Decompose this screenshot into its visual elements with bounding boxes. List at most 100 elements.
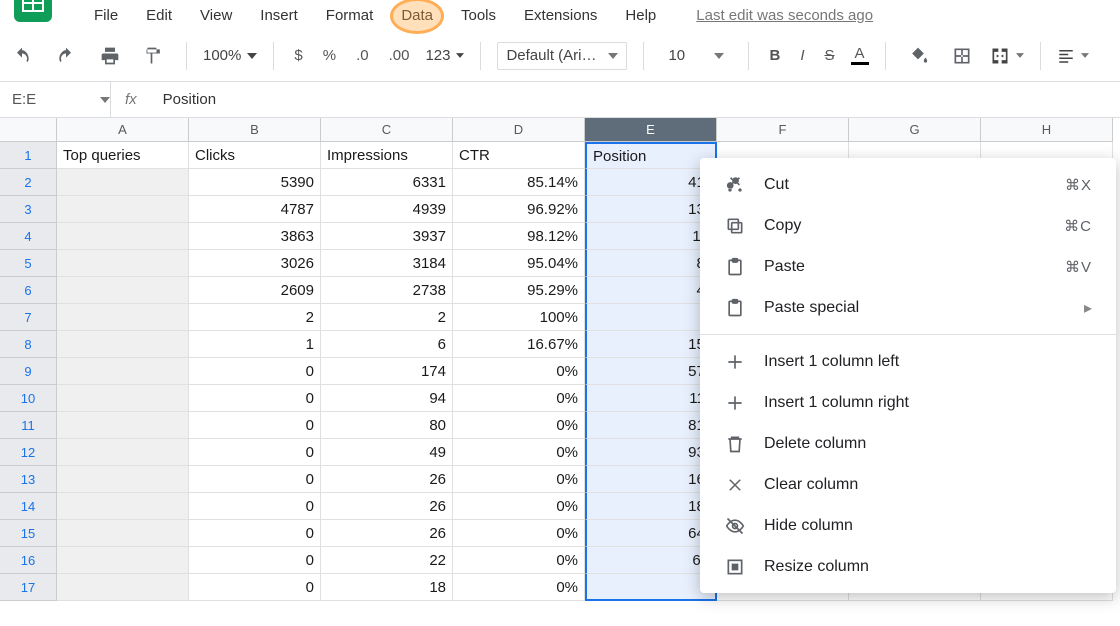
cell-A8[interactable] [57, 331, 189, 358]
cell-C9[interactable]: 174 [321, 358, 453, 385]
cell-D3[interactable]: 96.92% [453, 196, 585, 223]
increase-decimal-button[interactable]: .00 [385, 47, 414, 64]
cell-B8[interactable]: 1 [189, 331, 321, 358]
ctx-cut[interactable]: Cut ⌘X [700, 164, 1116, 205]
cell-B2[interactable]: 5390 [189, 169, 321, 196]
cell-E8[interactable]: 15. [585, 331, 717, 358]
cell-C7[interactable]: 2 [321, 304, 453, 331]
menu-tools[interactable]: Tools [447, 2, 510, 29]
row-header-6[interactable]: 6 [0, 277, 57, 304]
percent-button[interactable]: % [319, 47, 340, 64]
undo-button[interactable] [6, 40, 38, 72]
row-header-9[interactable]: 9 [0, 358, 57, 385]
column-header-D[interactable]: D [453, 118, 585, 142]
cell-A9[interactable] [57, 358, 189, 385]
strike-button[interactable]: S [820, 47, 838, 64]
cell-E13[interactable]: 16. [585, 466, 717, 493]
ctx-insert-left[interactable]: Insert 1 column left [700, 341, 1116, 382]
cell-C12[interactable]: 49 [321, 439, 453, 466]
cell-E17[interactable] [585, 574, 717, 601]
cell-C14[interactable]: 26 [321, 493, 453, 520]
row-header-2[interactable]: 2 [0, 169, 57, 196]
cell-D13[interactable]: 0% [453, 466, 585, 493]
row-header-15[interactable]: 15 [0, 520, 57, 547]
row-header-1[interactable]: 1 [0, 142, 57, 169]
paint-format-button[interactable] [138, 40, 170, 72]
cell-A6[interactable] [57, 277, 189, 304]
cell-B6[interactable]: 2609 [189, 277, 321, 304]
font-family-select[interactable]: Default (Ari… [497, 42, 627, 70]
cell-D5[interactable]: 95.04% [453, 250, 585, 277]
row-header-3[interactable]: 3 [0, 196, 57, 223]
row-header-17[interactable]: 17 [0, 574, 57, 601]
row-header-16[interactable]: 16 [0, 547, 57, 574]
menu-help[interactable]: Help [611, 2, 670, 29]
ctx-hide-column[interactable]: Hide column [700, 505, 1116, 546]
column-header-C[interactable]: C [321, 118, 453, 142]
more-formats-button[interactable]: 123 [425, 47, 464, 64]
cell-C11[interactable]: 80 [321, 412, 453, 439]
cell-D14[interactable]: 0% [453, 493, 585, 520]
cell-A3[interactable] [57, 196, 189, 223]
cell-B3[interactable]: 4787 [189, 196, 321, 223]
cell-E16[interactable]: 65 [585, 547, 717, 574]
column-header-E[interactable]: E [585, 118, 717, 142]
cell-B15[interactable]: 0 [189, 520, 321, 547]
cell-A4[interactable] [57, 223, 189, 250]
cell-B13[interactable]: 0 [189, 466, 321, 493]
row-header-4[interactable]: 4 [0, 223, 57, 250]
cell-C5[interactable]: 3184 [321, 250, 453, 277]
menu-edit[interactable]: Edit [132, 2, 186, 29]
cell-D12[interactable]: 0% [453, 439, 585, 466]
row-header-12[interactable]: 12 [0, 439, 57, 466]
cell-E15[interactable]: 64. [585, 520, 717, 547]
cell-C4[interactable]: 3937 [321, 223, 453, 250]
row-header-14[interactable]: 14 [0, 493, 57, 520]
cell-D7[interactable]: 100% [453, 304, 585, 331]
cell-B5[interactable]: 3026 [189, 250, 321, 277]
cell-A14[interactable] [57, 493, 189, 520]
row-header-10[interactable]: 10 [0, 385, 57, 412]
menu-view[interactable]: View [186, 2, 246, 29]
cell-A2[interactable] [57, 169, 189, 196]
cell-D6[interactable]: 95.29% [453, 277, 585, 304]
row-header-13[interactable]: 13 [0, 466, 57, 493]
cell-E2[interactable]: 41. [585, 169, 717, 196]
cell-C1[interactable]: Impressions [321, 142, 453, 169]
cell-A12[interactable] [57, 439, 189, 466]
cell-E6[interactable]: 4. [585, 277, 717, 304]
cell-B10[interactable]: 0 [189, 385, 321, 412]
sheets-app-icon[interactable] [14, 0, 52, 22]
italic-button[interactable]: I [796, 47, 808, 64]
cell-B12[interactable]: 0 [189, 439, 321, 466]
cell-D9[interactable]: 0% [453, 358, 585, 385]
ctx-clear-column[interactable]: Clear column [700, 464, 1116, 505]
cell-D15[interactable]: 0% [453, 520, 585, 547]
column-header-A[interactable]: A [57, 118, 189, 142]
cell-E10[interactable]: 11. [585, 385, 717, 412]
cell-D10[interactable]: 0% [453, 385, 585, 412]
ctx-paste-special[interactable]: Paste special ▸ [700, 287, 1116, 328]
cell-C13[interactable]: 26 [321, 466, 453, 493]
cell-C10[interactable]: 94 [321, 385, 453, 412]
cell-A10[interactable] [57, 385, 189, 412]
merge-button[interactable] [990, 46, 1024, 66]
ctx-copy[interactable]: Copy ⌘C [700, 205, 1116, 246]
cell-D16[interactable]: 0% [453, 547, 585, 574]
cell-B4[interactable]: 3863 [189, 223, 321, 250]
row-header-8[interactable]: 8 [0, 331, 57, 358]
text-color-button[interactable]: A [851, 46, 869, 65]
cell-C17[interactable]: 18 [321, 574, 453, 601]
cell-E14[interactable]: 18. [585, 493, 717, 520]
fill-color-button[interactable] [902, 40, 934, 72]
cell-A5[interactable] [57, 250, 189, 277]
cell-A17[interactable] [57, 574, 189, 601]
row-header-11[interactable]: 11 [0, 412, 57, 439]
cell-B1[interactable]: Clicks [189, 142, 321, 169]
cell-A1[interactable]: Top queries [57, 142, 189, 169]
column-header-F[interactable]: F [717, 118, 849, 142]
formula-value[interactable]: Position [151, 91, 216, 108]
cell-A13[interactable] [57, 466, 189, 493]
cell-C3[interactable]: 4939 [321, 196, 453, 223]
name-box[interactable]: E:E [0, 91, 110, 108]
